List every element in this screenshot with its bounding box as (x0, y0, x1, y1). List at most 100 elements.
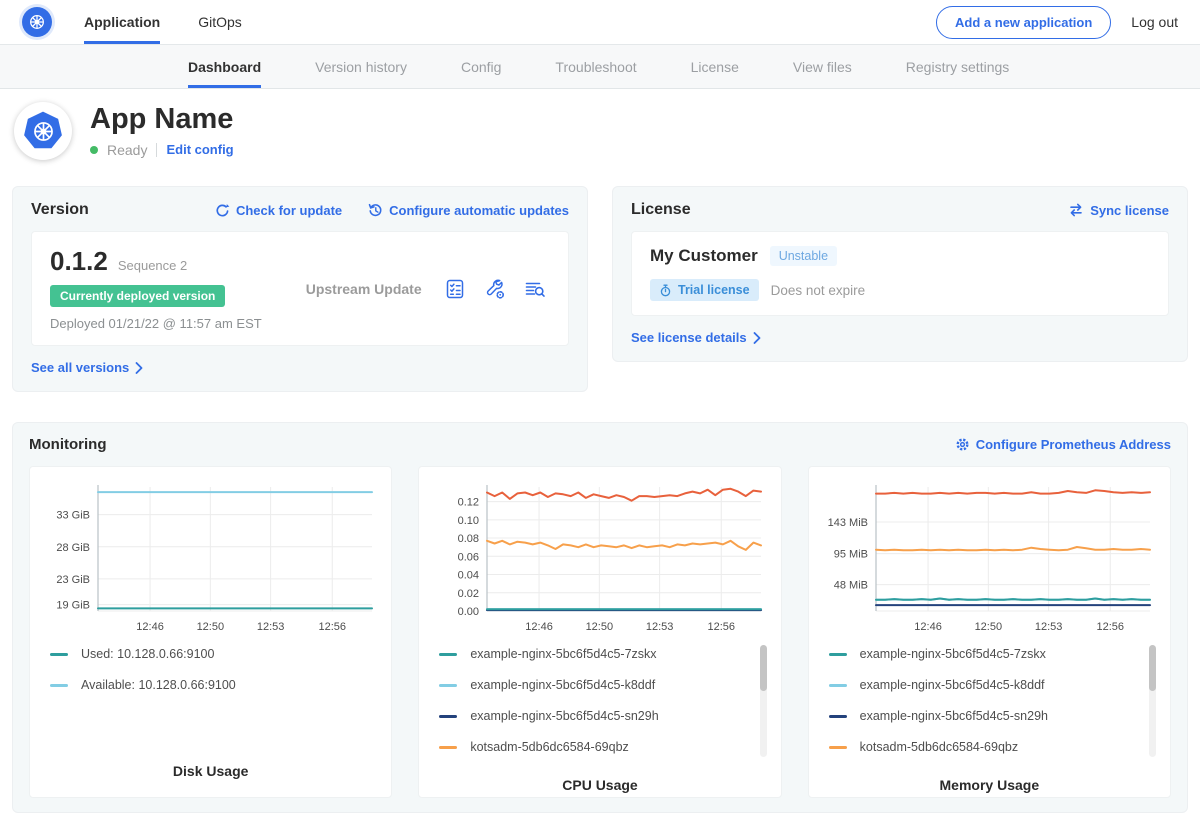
series-line (876, 490, 1150, 493)
kubernetes-logo-icon[interactable] (22, 7, 52, 37)
version-action-icons (444, 278, 550, 300)
add-application-button[interactable]: Add a new application (936, 6, 1111, 39)
nav-tab-application[interactable]: Application (84, 0, 160, 44)
page-title: App Name (90, 104, 234, 136)
legend-label: example-nginx-5bc6f5d4c5-sn29h (470, 709, 658, 723)
svg-text:23 GiB: 23 GiB (56, 574, 90, 586)
line-chart: 12:4612:5012:5312:5648 MiB95 MiB143 MiB (824, 479, 1154, 637)
check-for-update-link[interactable]: Check for update (215, 203, 342, 218)
legend-scrollbar-thumb[interactable] (760, 645, 767, 691)
divider (156, 143, 157, 157)
config-wrench-icon[interactable] (484, 278, 506, 300)
legend-swatch (829, 684, 847, 687)
legend-swatch (829, 746, 847, 749)
sync-license-link[interactable]: Sync license (1068, 203, 1169, 218)
status-dot (90, 146, 98, 154)
version-card-header: Version Check for update Configure au (31, 201, 569, 219)
legend-label: example-nginx-5bc6f5d4c5-k8ddf (470, 678, 655, 692)
version-info: 0.1.2 Sequence 2 Currently deployed vers… (50, 246, 262, 331)
configure-automatic-updates-link[interactable]: Configure automatic updates (368, 203, 569, 218)
legend-swatch (439, 653, 457, 656)
legend-label: kotsadm-5db6dc6584-69qbz (860, 740, 1018, 754)
subnav-tab-config[interactable]: Config (461, 45, 501, 88)
chart-title: Disk Usage (44, 757, 377, 787)
license-card-header: License Sync license (631, 201, 1169, 219)
svg-text:0.06: 0.06 (458, 551, 479, 563)
app-subnav: Dashboard Version history Config Trouble… (0, 45, 1200, 89)
trial-license-badge: Trial license (650, 279, 759, 301)
app-icon (14, 102, 72, 160)
license-expiry: Does not expire (771, 283, 866, 298)
subnav-tab-dashboard[interactable]: Dashboard (188, 45, 261, 88)
disk-usage-plot: 12:4612:5012:5312:5619 GiB23 GiB28 GiB33… (44, 479, 377, 637)
svg-text:12:53: 12:53 (257, 621, 285, 633)
line-chart: 12:4612:5012:5312:5619 GiB23 GiB28 GiB33… (46, 479, 376, 637)
legend-item: example-nginx-5bc6f5d4c5-k8ddf (829, 678, 1142, 692)
license-details-box: My Customer Unstable Trial license Does … (631, 231, 1169, 316)
svg-text:0.00: 0.00 (458, 606, 479, 618)
svg-text:33 GiB: 33 GiB (56, 510, 90, 522)
nav-tab-gitops[interactable]: GitOps (198, 0, 242, 44)
legend-label: example-nginx-5bc6f5d4c5-7zskx (860, 647, 1046, 661)
subnav-tab-license[interactable]: License (691, 45, 739, 88)
legend-item: example-nginx-5bc6f5d4c5-sn29h (439, 709, 752, 723)
svg-text:12:56: 12:56 (707, 621, 735, 633)
version-sequence: Sequence 2 (118, 258, 187, 273)
status-row: Ready Edit config (90, 142, 234, 158)
legend-item: example-nginx-5bc6f5d4c5-7zskx (439, 647, 752, 661)
subnav-tab-registry-settings[interactable]: Registry settings (906, 45, 1009, 88)
helm-wheel-icon (27, 12, 47, 32)
legend-item: example-nginx-5bc6f5d4c5-7zskx (829, 647, 1142, 661)
svg-text:12:53: 12:53 (1035, 621, 1063, 633)
legend-scrollbar[interactable] (1149, 645, 1156, 757)
app-header: App Name Ready Edit config (0, 89, 1200, 178)
legend-swatch (439, 746, 457, 749)
subnav-tab-troubleshoot[interactable]: Troubleshoot (555, 45, 636, 88)
legend-item: example-nginx-5bc6f5d4c5-sn29h (829, 709, 1142, 723)
deploy-logs-icon[interactable] (524, 278, 546, 300)
see-all-versions-link[interactable]: See all versions (31, 360, 143, 375)
svg-text:0.04: 0.04 (458, 570, 479, 582)
deployed-version-badge: Currently deployed version (50, 285, 225, 307)
primary-nav: Application GitOps (84, 0, 242, 44)
version-card: Version Check for update Configure au (12, 186, 588, 392)
cpu-usage-legend: example-nginx-5bc6f5d4c5-7zskx example-ng… (433, 637, 766, 771)
svg-text:12:46: 12:46 (915, 621, 943, 633)
legend-scrollbar[interactable] (760, 645, 767, 757)
sync-arrows-icon (1068, 203, 1084, 217)
deployed-timestamp: Deployed 01/21/22 @ 11:57 am EST (50, 316, 262, 331)
refresh-icon (215, 203, 230, 218)
legend-item: example-nginx-5bc6f5d4c5-k8ddf (439, 678, 752, 692)
legend-swatch (829, 715, 847, 718)
chevron-right-icon (753, 332, 761, 344)
monitoring-title: Monitoring (29, 436, 106, 453)
legend-item: kotsadm-5db6dc6584-69qbz (829, 740, 1142, 754)
stopwatch-icon (659, 284, 672, 297)
legend-label: kotsadm-5db6dc6584-69qbz (470, 740, 628, 754)
subnav-tab-version-history[interactable]: Version history (315, 45, 407, 88)
legend-swatch (50, 653, 68, 656)
version-card-actions: Check for update Configure automatic upd… (215, 203, 569, 218)
series-line (876, 599, 1150, 600)
subnav-tab-view-files[interactable]: View files (793, 45, 852, 88)
see-license-details-link[interactable]: See license details (631, 330, 761, 345)
legend-item: Available: 10.128.0.66:9100 (50, 678, 363, 692)
charts-row: 12:4612:5012:5312:5619 GiB23 GiB28 GiB33… (29, 466, 1171, 798)
helm-wheel-icon (30, 118, 57, 145)
logout-link[interactable]: Log out (1131, 14, 1178, 30)
disk-usage-legend: Used: 10.128.0.66:9100Available: 10.128.… (44, 637, 377, 757)
memory-usage-plot: 12:4612:5012:5312:5648 MiB95 MiB143 MiB (823, 479, 1156, 637)
disk-usage-chart-card: 12:4612:5012:5312:5619 GiB23 GiB28 GiB33… (29, 466, 392, 798)
legend-scrollbar-thumb[interactable] (1149, 645, 1156, 691)
svg-text:0.10: 0.10 (458, 515, 479, 527)
top-navbar: Application GitOps Add a new application… (0, 0, 1200, 45)
upstream-update-label: Upstream Update (262, 281, 444, 297)
configure-prometheus-link[interactable]: Configure Prometheus Address (955, 437, 1171, 452)
kubernetes-heptagon-icon (22, 110, 64, 152)
svg-text:0.08: 0.08 (458, 533, 479, 545)
navbar-right: Add a new application Log out (936, 0, 1178, 44)
edit-config-link[interactable]: Edit config (166, 142, 233, 157)
svg-text:12:46: 12:46 (525, 621, 553, 633)
release-notes-icon[interactable] (444, 278, 466, 300)
svg-text:12:46: 12:46 (136, 621, 164, 633)
